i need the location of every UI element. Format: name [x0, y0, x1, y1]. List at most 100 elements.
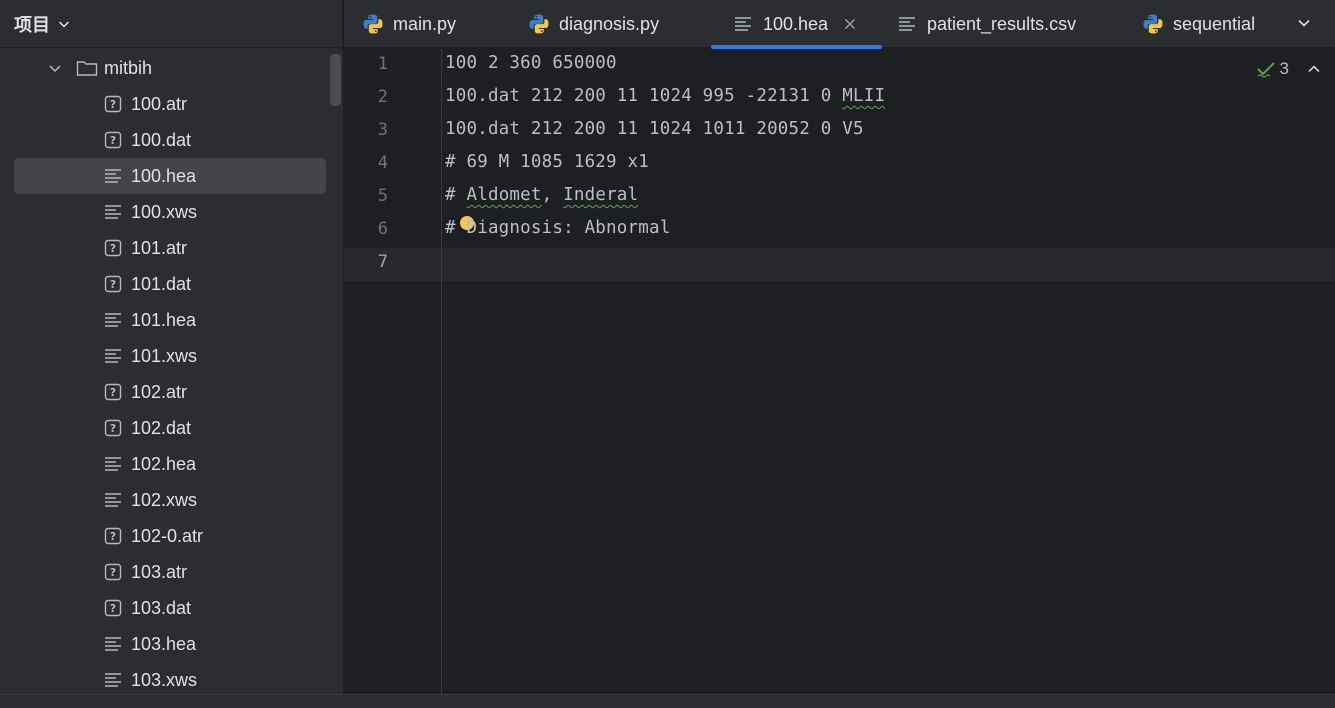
inspection-widget[interactable]: 3: [1256, 59, 1321, 79]
unknown-file-icon: ?: [104, 419, 122, 437]
tree-file-item[interactable]: ? 103.dat: [0, 590, 328, 626]
svg-text:?: ?: [110, 386, 116, 399]
close-icon[interactable]: [844, 18, 856, 30]
tree-file-item[interactable]: ? 101.dat: [0, 266, 328, 302]
spelling-squiggle[interactable]: Aldomet: [466, 185, 541, 205]
folder-label: mitbih: [104, 57, 153, 78]
tree-file-item[interactable]: ? 100.atr: [0, 86, 328, 122]
unknown-file-icon: ?: [104, 131, 122, 149]
tree-file-item[interactable]: ? 100.dat: [0, 122, 328, 158]
tab-sequential[interactable]: sequential: [1142, 0, 1255, 48]
chevron-down-icon[interactable]: [58, 18, 70, 30]
line-number: 6: [377, 219, 388, 239]
project-scrollbar-track[interactable]: [328, 50, 343, 694]
tree-file-label: 102.atr: [131, 381, 188, 402]
text-file-icon: [104, 203, 122, 221]
project-panel-title: 项目: [14, 14, 50, 35]
code-editor[interactable]: 3 1 2 3 4 5 6 7 100 2 360 650000 100.dat 212 200…: [344, 49, 1335, 694]
tree-file-item[interactable]: 102.xws: [0, 482, 328, 518]
unknown-file-icon: ?: [104, 527, 122, 545]
code-line[interactable]: # 69 M 1085 1629 x1: [445, 152, 649, 172]
tab-diagnosis-py[interactable]: diagnosis.py: [528, 0, 659, 48]
project-panel-header[interactable]: 项目: [0, 0, 342, 48]
tree-file-label: 102.hea: [131, 453, 197, 474]
tree-file-label: 101.dat: [131, 273, 192, 294]
editor-tab-bar: main.py diagnosis.py 100.hea patient_result…: [344, 0, 1335, 49]
tabs-dropdown-button[interactable]: [1293, 12, 1315, 34]
tree-file-item[interactable]: ? 101.atr: [0, 230, 328, 266]
tree-file-label: 102-0.atr: [131, 525, 204, 546]
code-line[interactable]: 100.dat 212 200 11 1024 995 -22131 0 MLI…: [445, 86, 885, 106]
svg-text:?: ?: [110, 602, 116, 615]
tree-file-label: 103.dat: [131, 597, 192, 618]
tree-file-label: 103.atr: [131, 561, 188, 582]
line-number: 7: [377, 252, 388, 272]
text-file-icon: [104, 491, 122, 509]
unknown-file-icon: ?: [104, 563, 122, 581]
text-file-icon: [896, 13, 918, 35]
tree-file-label: 102.dat: [131, 417, 192, 438]
inspection-count: 3: [1279, 59, 1289, 78]
python-icon: [528, 13, 550, 35]
tab-patient-results-csv[interactable]: patient_results.csv: [896, 0, 1076, 48]
tab-label: patient_results.csv: [927, 13, 1077, 34]
text-file-icon: [104, 167, 122, 185]
tab-main-py[interactable]: main.py: [362, 0, 456, 48]
tab-label: sequential: [1173, 13, 1256, 34]
tree-file-item[interactable]: ? 102-0.atr: [0, 518, 328, 554]
text-file-icon: [732, 13, 754, 35]
tree-file-item[interactable]: 101.xws: [0, 338, 328, 374]
chevron-down-icon[interactable]: [46, 59, 64, 77]
tree-file-item[interactable]: 102.hea: [0, 446, 328, 482]
spelling-squiggle[interactable]: MLII: [842, 86, 885, 106]
text-file-icon: [104, 455, 122, 473]
line-number: 3: [377, 120, 388, 140]
tab-label: diagnosis.py: [559, 13, 660, 34]
check-icon: [1256, 59, 1276, 79]
text-file-icon: [104, 671, 122, 689]
svg-text:?: ?: [110, 134, 116, 147]
status-bar: [0, 694, 1335, 708]
unknown-file-icon: ?: [104, 383, 122, 401]
tree-file-label: 100.atr: [131, 93, 188, 114]
tree-file-item[interactable]: 103.xws: [0, 662, 328, 698]
svg-text:?: ?: [110, 422, 116, 435]
code-line[interactable]: # Diagnosis: Abnormal: [445, 218, 670, 238]
code-text: 100 2 360 650000: [445, 53, 617, 73]
svg-text:?: ?: [110, 98, 116, 111]
tree-file-item[interactable]: ? 102.atr: [0, 374, 328, 410]
tab-100-hea[interactable]: 100.hea: [711, 0, 883, 49]
project-panel: 项目 mitbih ? 100.atr ? 100.dat 100.hea 100.xws…: [0, 0, 343, 694]
svg-text:?: ?: [110, 566, 116, 579]
text-file-icon: [104, 635, 122, 653]
current-line-highlight: [344, 248, 1335, 281]
text-file-icon: [104, 311, 122, 329]
tree-file-item[interactable]: 101.hea: [0, 302, 328, 338]
tree-file-item[interactable]: ? 102.dat: [0, 410, 328, 446]
code-text: 100.dat 212 200 11 1024 1011 20052 0 V5: [445, 119, 864, 139]
spelling-squiggle[interactable]: Inderal: [563, 185, 638, 205]
tree-file-label: 101.atr: [131, 237, 188, 258]
chevron-up-icon[interactable]: [1307, 62, 1321, 76]
tree-file-label: 100.xws: [131, 201, 198, 222]
unknown-file-icon: ?: [104, 275, 122, 293]
python-icon: [362, 13, 384, 35]
tree-file-item[interactable]: ? 103.atr: [0, 554, 328, 590]
tree-file-item[interactable]: 100.hea: [14, 158, 326, 194]
tree-file-item[interactable]: 100.xws: [0, 194, 328, 230]
folder-mitbih[interactable]: mitbih: [0, 50, 328, 86]
project-scrollbar-thumb[interactable]: [330, 54, 341, 106]
code-line[interactable]: 100.dat 212 200 11 1024 1011 20052 0 V5: [445, 119, 864, 139]
tree-file-item[interactable]: 103.hea: [0, 626, 328, 662]
line-number: 2: [377, 87, 388, 107]
code-text: # Diagnosis: Abnormal: [445, 218, 671, 238]
tree-file-label: 101.xws: [131, 345, 198, 366]
unknown-file-icon: ?: [104, 239, 122, 257]
svg-text:?: ?: [110, 278, 116, 291]
tree-file-label: 100.hea: [131, 165, 197, 186]
code-line[interactable]: # Aldomet, Inderal: [445, 185, 638, 205]
tab-label: main.py: [393, 13, 457, 34]
tree-file-label: 103.hea: [131, 633, 197, 654]
tree-file-label: 101.hea: [131, 309, 197, 330]
code-line[interactable]: 100 2 360 650000: [445, 53, 617, 73]
